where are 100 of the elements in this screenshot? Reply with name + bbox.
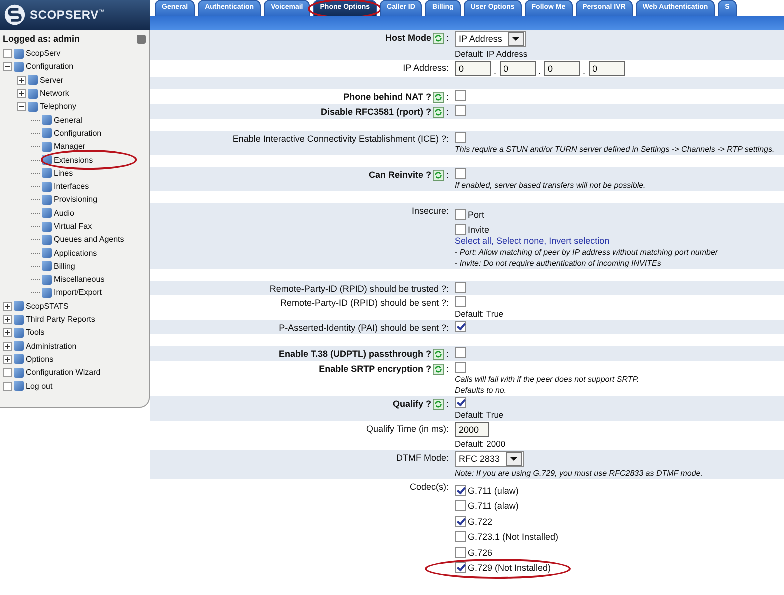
field-label: Enable T.38 (UDPTL) passthrough ? <box>278 349 432 359</box>
tree-item[interactable]: Network <box>40 89 70 98</box>
app-icon <box>14 341 24 352</box>
ip-input[interactable]: 0 <box>588 61 625 76</box>
checkbox[interactable] <box>455 208 466 220</box>
expand-toggle[interactable] <box>3 342 12 351</box>
checkbox[interactable] <box>455 321 466 332</box>
checkbox[interactable] <box>455 546 466 558</box>
expand-toggle[interactable] <box>3 302 12 311</box>
option-label: Port <box>468 210 485 220</box>
expand-toggle[interactable] <box>3 354 12 364</box>
collapse-toggle[interactable] <box>3 62 12 72</box>
field-label: Qualify ? <box>392 399 432 409</box>
ip-input[interactable]: 0 <box>500 61 536 76</box>
tree-item[interactable]: General <box>54 116 82 125</box>
app-icon <box>42 222 52 232</box>
tree-box-icon <box>3 382 12 391</box>
tree-item[interactable]: Configuration Wizard <box>26 368 101 378</box>
tree-item[interactable]: Manager <box>54 142 86 152</box>
tree-box-icon <box>3 49 12 58</box>
option-label: G.711 (alaw) <box>468 501 519 511</box>
app-icon <box>42 261 52 272</box>
tree-item[interactable]: Interfaces <box>54 182 90 192</box>
tree-item[interactable]: Miscellaneous <box>54 275 105 284</box>
app-icon <box>42 234 52 245</box>
logged-user: Logged as: admin <box>3 34 80 44</box>
app-icon <box>14 354 24 364</box>
expand-toggle[interactable] <box>3 328 12 338</box>
tree-item[interactable]: ScopSTATS <box>26 302 69 311</box>
checkbox[interactable] <box>455 282 466 293</box>
tree-item[interactable]: Third Party Reports <box>26 315 96 324</box>
tree-item[interactable]: Virtual Fax <box>54 222 92 231</box>
tree-item[interactable]: Configuration <box>54 128 102 138</box>
checkbox[interactable] <box>455 516 466 526</box>
field-note: Defaults to no. <box>455 386 507 395</box>
tree-item[interactable]: Billing <box>54 262 76 271</box>
checkbox[interactable] <box>455 224 466 235</box>
tree-item[interactable]: Audio <box>54 208 74 218</box>
refresh-icon[interactable] <box>433 33 444 44</box>
field-note: - Port: Allow matching of peer by IP address without matching port number <box>455 248 718 257</box>
option-label: G.711 (ulaw) <box>468 486 519 496</box>
ip-input[interactable]: 0 <box>455 61 491 76</box>
tree-item[interactable]: Administration <box>26 342 77 351</box>
tree-item[interactable]: Tools <box>26 328 45 338</box>
link[interactable]: Invert selection <box>549 236 610 246</box>
tree-item[interactable]: Log out <box>26 382 53 391</box>
refresh-icon[interactable] <box>433 364 444 375</box>
collapse-toggle[interactable] <box>17 102 26 112</box>
ip-input[interactable]: 0 <box>544 61 580 76</box>
tree-item[interactable]: Server <box>40 76 64 85</box>
refresh-icon[interactable] <box>433 107 444 118</box>
refresh-icon[interactable] <box>433 92 444 103</box>
link[interactable]: Select all <box>455 236 492 246</box>
tree-item[interactable]: Extensions <box>54 156 94 165</box>
link[interactable]: Select none <box>496 236 544 246</box>
checkbox[interactable] <box>455 562 466 573</box>
tree-item[interactable]: Configuration <box>26 62 74 72</box>
app-icon <box>42 128 52 138</box>
text-input[interactable]: 2000 <box>455 422 489 437</box>
tree-item[interactable]: Applications <box>54 248 98 258</box>
checkbox[interactable] <box>455 362 466 373</box>
refresh-icon[interactable] <box>433 349 444 360</box>
tree-item[interactable]: ScopServ <box>26 49 61 58</box>
tree-item[interactable]: Lines <box>54 168 74 178</box>
checkbox[interactable] <box>455 531 466 542</box>
field-label: DTMF Mode: <box>396 453 449 463</box>
checkbox[interactable] <box>455 90 466 101</box>
tree-item[interactable]: Queues and Agents <box>54 235 124 244</box>
field-note: This require a STUN and/or TURN server defined in Settings -> Channels -> RTP settings. <box>455 145 775 154</box>
app-icon <box>14 368 24 378</box>
tree-item[interactable]: Import/Export <box>54 288 102 298</box>
field-note: - Invite: Do not require authentication of incoming INVITEs <box>455 259 662 268</box>
option-label: G.722 <box>468 516 493 526</box>
checkbox[interactable] <box>455 397 466 408</box>
checkbox[interactable] <box>455 132 466 143</box>
field-note: Default: True <box>455 309 504 319</box>
refresh-icon[interactable] <box>433 399 444 410</box>
checkbox[interactable] <box>455 484 466 496</box>
label-colon: : <box>446 399 449 409</box>
tree-item[interactable]: Telephony <box>40 102 76 112</box>
checkbox[interactable] <box>455 500 466 511</box>
field-label: Disable RFC3581 (rport) ? <box>320 107 432 117</box>
expand-toggle[interactable] <box>3 315 12 324</box>
checkbox[interactable] <box>455 168 466 179</box>
dropdown[interactable]: IP Address <box>455 31 526 47</box>
app-icon <box>14 48 24 59</box>
field-note: Default: True <box>455 410 504 420</box>
checkbox[interactable] <box>455 296 466 307</box>
checkbox[interactable] <box>455 347 466 358</box>
refresh-icon[interactable] <box>433 170 444 181</box>
expand-toggle[interactable] <box>17 76 26 85</box>
tree-item[interactable]: Options <box>26 354 54 364</box>
app-icon <box>14 314 24 325</box>
link-separator: , <box>492 236 496 246</box>
app-icon <box>14 62 24 72</box>
expand-toggle[interactable] <box>17 89 26 98</box>
field-label: P-Asserted-Identity (PAI) should be sent ?: <box>279 323 449 333</box>
tree-item[interactable]: Provisioning <box>54 195 98 204</box>
checkbox[interactable] <box>455 105 466 116</box>
dropdown[interactable]: RFC 2833 <box>455 451 524 467</box>
